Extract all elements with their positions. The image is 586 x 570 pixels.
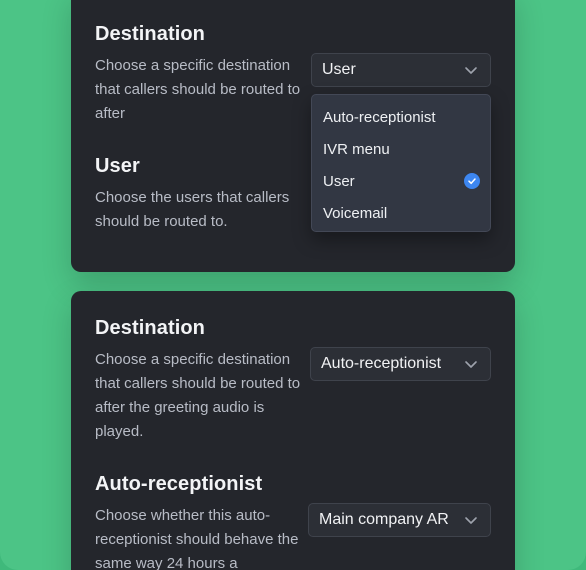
auto-receptionist-description: Choose whether this auto-receptionist sh… (95, 507, 299, 570)
dropdown-option-label: Auto-receptionist (323, 108, 436, 126)
chevron-down-icon (465, 517, 477, 524)
auto-receptionist-select-value: Main company AR (319, 511, 449, 528)
app-background: Destination Choose a specific destinatio… (0, 0, 586, 570)
dropdown-option-voicemail[interactable]: Voicemail (312, 197, 490, 229)
user-section: User Choose the users that callers shoul… (95, 154, 305, 234)
destination-title: Destination (95, 23, 205, 45)
destination-description: Choose a specific destination that calle… (95, 57, 301, 122)
destination-select-value: User (322, 61, 356, 78)
destination-section: Destination Choose a specific destinatio… (95, 316, 305, 444)
settings-card-top: Destination Choose a specific destinatio… (71, 0, 515, 272)
dropdown-option-auto-receptionist[interactable]: Auto-receptionist (312, 101, 490, 133)
dropdown-option-label: IVR menu (323, 140, 390, 158)
check-circle-icon (464, 173, 480, 189)
destination-select[interactable]: User (311, 53, 491, 87)
auto-receptionist-title: Auto-receptionist (95, 473, 263, 495)
destination-title: Destination (95, 317, 205, 339)
dropdown-option-label: User (323, 172, 355, 190)
destination-select-value: Auto-receptionist (321, 355, 442, 372)
dropdown-option-user[interactable]: User (312, 165, 490, 197)
destination-description: Choose a specific destination that calle… (95, 351, 301, 440)
destination-dropdown-menu: Auto-receptionist IVR menu User Voicemai… (311, 94, 491, 232)
auto-receptionist-section: Auto-receptionist Choose whether this au… (95, 472, 305, 570)
chevron-down-icon (465, 361, 477, 368)
user-title: User (95, 155, 140, 177)
destination-select[interactable]: Auto-receptionist (310, 347, 491, 381)
chevron-down-icon (465, 67, 477, 74)
user-description: Choose the users that callers should be … (95, 189, 290, 230)
dropdown-option-label: Voicemail (323, 204, 388, 222)
auto-receptionist-select[interactable]: Main company AR (308, 503, 491, 537)
destination-section: Destination Choose a specific destinatio… (95, 22, 305, 126)
dropdown-option-ivr-menu[interactable]: IVR menu (312, 133, 490, 165)
settings-card-bottom: Destination Choose a specific destinatio… (71, 291, 515, 570)
